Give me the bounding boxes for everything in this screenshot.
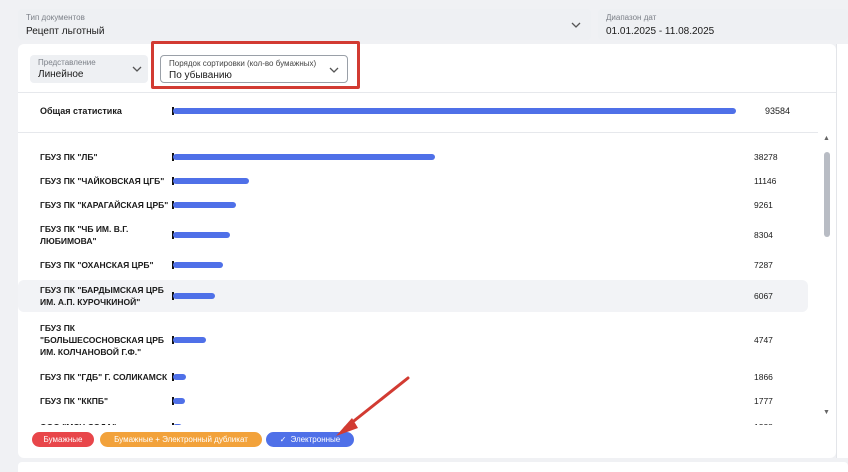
date-range-label: Диапазон дат	[606, 13, 657, 22]
bottom-panel	[18, 462, 848, 472]
table-row[interactable]: ГБУЗ ПК "ЧАЙКОВСКАЯ ЦГБ" 11146	[18, 170, 808, 192]
doc-type-label: Тип документов	[26, 13, 85, 22]
org-name: ГБУЗ ПК "ЧАЙКОВСКАЯ ЦГБ"	[40, 176, 165, 186]
table-row[interactable]: ООО "МСЧ СОДА" 1328	[18, 416, 808, 425]
org-value: 9261	[754, 200, 773, 210]
annotation-highlight-box	[151, 41, 360, 89]
total-label: Общая статистика	[40, 106, 122, 116]
table-row[interactable]: ГБУЗ ПК "ККПБ" 1777	[18, 390, 808, 412]
total-value: 93584	[765, 106, 791, 116]
view-mode-select[interactable]: Представление Линейное	[30, 55, 148, 83]
org-name: ГБУЗ ПК "ЧБ ИМ. В.Г. ЛЮБИМОВА"	[40, 224, 129, 246]
value-bar	[173, 424, 182, 425]
legend-chip-electronic[interactable]: ✓ Электронные	[266, 432, 354, 447]
org-list: ГБУЗ ПК "ЛБ" 38278 ГБУЗ ПК "ЧАЙКОВСКАЯ ЦГБ…	[18, 140, 818, 425]
org-value: 6067	[754, 291, 773, 301]
list-scrollbar[interactable]: ▲ ▼	[822, 135, 832, 420]
scroll-down-icon[interactable]: ▼	[823, 409, 830, 416]
table-row[interactable]: ГБУЗ ПК "КАРАГАЙСКАЯ ЦРБ" 9261	[18, 194, 808, 216]
org-name: ГБУЗ ПК "ККПБ"	[40, 396, 109, 406]
legend-chip-paper[interactable]: Бумажные	[32, 432, 94, 447]
chevron-down-icon	[571, 22, 581, 28]
doc-type-select[interactable]: Тип документов Рецепт льготный	[18, 9, 591, 40]
scrollbar-thumb[interactable]	[824, 152, 830, 237]
view-mode-label: Представление	[38, 58, 96, 67]
org-name: ГБУЗ ПК "БАРДЫМСКАЯ ЦРБ ИМ. А.П. КУРОЧКИ…	[40, 285, 164, 307]
side-panel-edge	[836, 44, 848, 458]
legend-chip-paper-duplicate[interactable]: Бумажные + Электронный дубликат	[100, 432, 262, 447]
org-value: 38278	[754, 152, 778, 162]
table-row[interactable]: ГБУЗ ПК "ОХАНСКАЯ ЦРБ" 7287	[18, 254, 808, 276]
org-value: 8304	[754, 230, 773, 240]
org-value: 7287	[754, 260, 773, 270]
org-name: ГБУЗ ПК "КАРАГАЙСКАЯ ЦРБ"	[40, 200, 169, 210]
value-bar	[173, 178, 250, 184]
check-icon: ✓	[279, 435, 287, 444]
org-name: ГБУЗ ПК "ГДБ" Г. СОЛИКАМСК	[40, 372, 168, 382]
value-bar	[173, 293, 215, 299]
org-value: 11146	[754, 176, 777, 186]
scroll-up-icon[interactable]: ▲	[823, 135, 830, 142]
value-bar	[173, 374, 186, 380]
org-name: ГБУЗ ПК "БОЛЬШЕСОСНОВСКАЯ ЦРБ ИМ. КОЛЧАН…	[40, 323, 164, 357]
value-bar	[173, 202, 237, 208]
divider	[18, 132, 818, 133]
org-value: 1777	[754, 396, 773, 406]
divider	[18, 92, 836, 93]
date-range-value: 01.01.2025 - 11.08.2025	[606, 26, 715, 37]
org-value: 1328	[754, 422, 773, 425]
table-row[interactable]: ГБУЗ ПК "ЧБ ИМ. В.Г. ЛЮБИМОВА" 8304	[18, 218, 808, 252]
org-name: ГБУЗ ПК "ЛБ"	[40, 152, 98, 162]
table-row[interactable]: ГБУЗ ПК "ЛБ" 38278	[18, 146, 808, 168]
table-row[interactable]: ГБУЗ ПК "БОЛЬШЕСОСНОВСКАЯ ЦРБ ИМ. КОЛЧАН…	[18, 318, 808, 362]
org-name: ГБУЗ ПК "ОХАНСКАЯ ЦРБ"	[40, 260, 154, 270]
org-value: 1866	[754, 372, 773, 382]
value-bar	[173, 337, 206, 343]
org-value: 4747	[754, 335, 773, 345]
table-row[interactable]: ГБУЗ ПК "ГДБ" Г. СОЛИКАМСК 1866	[18, 366, 808, 388]
value-bar	[173, 154, 435, 160]
chevron-down-icon	[132, 66, 142, 72]
value-bar	[173, 262, 223, 268]
doc-type-value: Рецепт льготный	[26, 26, 105, 37]
org-name: ООО "МСЧ СОДА"	[40, 421, 170, 425]
value-bar	[173, 232, 230, 238]
date-range-field[interactable]: Диапазон дат 01.01.2025 - 11.08.2025	[598, 9, 848, 40]
view-mode-value: Линейное	[38, 69, 84, 80]
value-bar	[173, 398, 186, 404]
table-row[interactable]: ГБУЗ ПК "БАРДЫМСКАЯ ЦРБ ИМ. А.П. КУРОЧКИ…	[18, 280, 808, 312]
total-bar	[173, 108, 736, 114]
